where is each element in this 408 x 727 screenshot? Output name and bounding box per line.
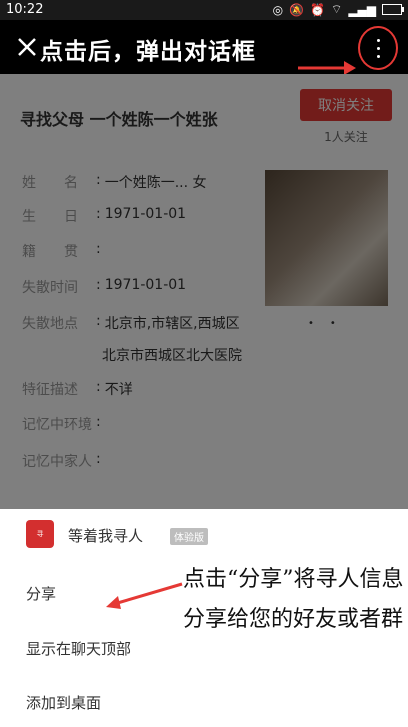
menu-item-share[interactable]: 分享: [26, 583, 56, 604]
more-button[interactable]: [358, 26, 400, 72]
app-bar: 点击后，弹出对话框: [0, 20, 408, 75]
mute-icon: 🔕: [289, 2, 305, 17]
wifi-icon: ⌔: [331, 2, 343, 16]
signal-icon: ▂▄▆: [348, 2, 376, 17]
trial-badge: 体验版: [170, 528, 208, 545]
annotation-top: 点击后，弹出对话框: [40, 38, 256, 65]
menu-item-add-to-desktop[interactable]: 添加到桌面: [26, 692, 101, 713]
dim-overlay[interactable]: [0, 74, 408, 509]
close-icon[interactable]: [10, 30, 44, 64]
status-bar: 10:22 ◎ 🔕 ⏰ ⌔ ▂▄▆: [0, 0, 408, 20]
status-icons: ◎ 🔕 ⏰ ⌔ ▂▄▆: [272, 2, 404, 17]
sheet-app-name: 等着我寻人: [68, 527, 144, 545]
status-time: 10:22: [6, 2, 44, 17]
battery-icon: [382, 4, 404, 15]
annotation-share: 点击“分享”将寻人信息分享给您的好友或者群: [183, 567, 404, 632]
app-logo-icon: 寻: [26, 520, 54, 548]
menu-item-pin-to-top[interactable]: 显示在聊天顶部: [26, 638, 131, 659]
vibrate-icon: ◎: [272, 2, 284, 17]
more-vertical-icon: [377, 39, 380, 42]
alarm-icon: ⏰: [310, 2, 326, 17]
arrow-left-icon: [106, 582, 183, 609]
